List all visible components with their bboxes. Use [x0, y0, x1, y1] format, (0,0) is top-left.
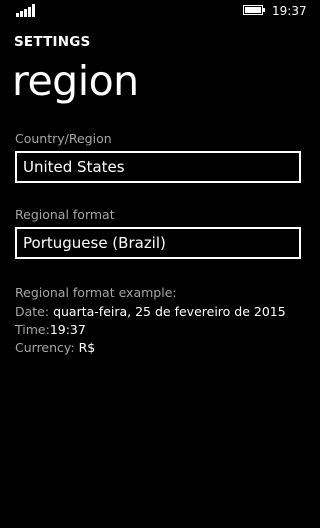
currency-value: R$	[74, 340, 96, 355]
format-example-heading: Regional format example:	[15, 285, 177, 300]
time-label: Time:	[15, 322, 50, 337]
format-example-date: Date: quarta-feira, 25 de fevereiro de 2…	[15, 303, 286, 321]
time-value: 19:37	[49, 322, 86, 337]
signal-strength-icon	[16, 4, 36, 17]
country-region-label: Country/Region	[15, 131, 112, 146]
regional-format-label: Regional format	[15, 207, 115, 222]
regional-format-picker[interactable]: Portuguese (Brazil)	[15, 227, 301, 259]
app-title: SETTINGS	[14, 34, 91, 50]
country-region-picker[interactable]: United States	[15, 151, 301, 183]
currency-label: Currency:	[15, 340, 75, 355]
battery-charging-icon	[243, 5, 265, 15]
status-bar: 19:37	[0, 0, 317, 24]
status-time: 19:37	[272, 4, 307, 18]
date-value: quarta-feira, 25 de fevereiro de 2015	[49, 304, 286, 319]
date-label: Date:	[15, 304, 50, 319]
format-example-currency: Currency: R$	[15, 339, 95, 357]
format-example-time: Time:19:37	[15, 321, 86, 339]
page-title: region	[12, 57, 139, 105]
